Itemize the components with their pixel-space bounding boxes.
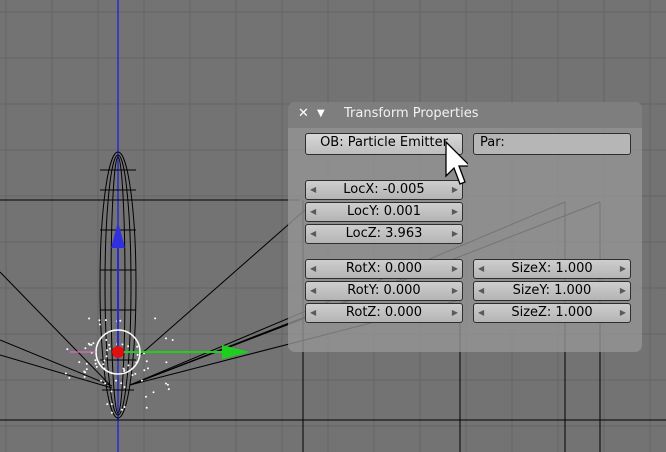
triangle-down-icon[interactable]: ▼ bbox=[317, 106, 325, 122]
arrow-left-icon[interactable]: ◀ bbox=[310, 181, 316, 199]
particles bbox=[64, 317, 174, 414]
arrow-left-icon[interactable]: ◀ bbox=[310, 203, 316, 221]
rotx-label: RotX: 0.000 bbox=[345, 261, 423, 276]
arrow-right-icon[interactable]: ▶ bbox=[452, 203, 458, 221]
arrow-right-icon[interactable]: ▶ bbox=[620, 282, 626, 300]
locz-number-field[interactable]: ◀ LocZ: 3.963 ▶ bbox=[305, 224, 463, 244]
arrow-left-icon[interactable]: ◀ bbox=[310, 304, 316, 322]
arrow-left-icon[interactable]: ◀ bbox=[478, 304, 484, 322]
y-axis-arrow-head[interactable] bbox=[111, 222, 125, 248]
arrow-right-icon[interactable]: ▶ bbox=[452, 282, 458, 300]
roty-number-field[interactable]: ◀ RotY: 0.000 ▶ bbox=[305, 281, 463, 301]
rotx-number-field[interactable]: ◀ RotX: 0.000 ▶ bbox=[305, 259, 463, 279]
arrow-right-icon[interactable]: ▶ bbox=[620, 260, 626, 278]
parent-field[interactable]: Par: bbox=[473, 133, 631, 155]
3d-viewport[interactable]: ✕ ▼ Transform Properties OB: Particle Em… bbox=[0, 0, 666, 452]
arrow-right-icon[interactable]: ▶ bbox=[452, 225, 458, 243]
panel-title: Transform Properties bbox=[344, 106, 479, 121]
arrow-left-icon[interactable]: ◀ bbox=[310, 260, 316, 278]
locx-label: LocX: -0.005 bbox=[343, 182, 425, 197]
arrow-left-icon[interactable]: ◀ bbox=[478, 282, 484, 300]
sizey-label: SizeY: 1.000 bbox=[512, 283, 592, 298]
rotz-label: RotZ: 0.000 bbox=[345, 305, 423, 320]
sizex-number-field[interactable]: ◀ SizeX: 1.000 ▶ bbox=[473, 259, 631, 279]
close-icon[interactable]: ✕ bbox=[298, 106, 309, 122]
locz-label: LocZ: 3.963 bbox=[345, 226, 423, 241]
sizez-label: SizeZ: 1.000 bbox=[511, 305, 593, 320]
locy-number-field[interactable]: ◀ LocY: 0.001 ▶ bbox=[305, 202, 463, 222]
rotz-number-field[interactable]: ◀ RotZ: 0.000 ▶ bbox=[305, 303, 463, 323]
arrow-left-icon[interactable]: ◀ bbox=[310, 225, 316, 243]
arrow-right-icon[interactable]: ▶ bbox=[620, 304, 626, 322]
roty-label: RotY: 0.000 bbox=[347, 283, 421, 298]
mouse-cursor-icon bbox=[445, 140, 468, 185]
object-origin bbox=[112, 346, 124, 358]
locy-label: LocY: 0.001 bbox=[346, 204, 422, 219]
sizey-number-field[interactable]: ◀ SizeY: 1.000 ▶ bbox=[473, 281, 631, 301]
arrow-left-icon[interactable]: ◀ bbox=[310, 282, 316, 300]
locx-number-field[interactable]: ◀ LocX: -0.005 ▶ bbox=[305, 180, 463, 200]
panel-header[interactable]: ✕ ▼ Transform Properties bbox=[288, 102, 642, 128]
arrow-right-icon[interactable]: ▶ bbox=[452, 260, 458, 278]
sizez-number-field[interactable]: ◀ SizeZ: 1.000 ▶ bbox=[473, 303, 631, 323]
object-name-button[interactable]: OB: Particle Emitter bbox=[305, 133, 463, 155]
arrow-right-icon[interactable]: ▶ bbox=[452, 304, 458, 322]
sizex-label: SizeX: 1.000 bbox=[511, 261, 593, 276]
arrow-left-icon[interactable]: ◀ bbox=[478, 260, 484, 278]
